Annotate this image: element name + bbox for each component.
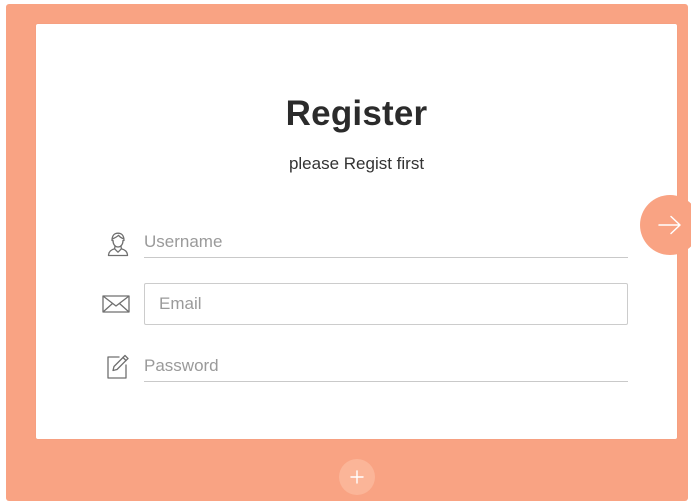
add-button[interactable] (339, 459, 375, 495)
user-icon (104, 230, 132, 258)
register-card: Register please Regist first (36, 24, 677, 439)
envelope-icon (101, 291, 131, 317)
email-input[interactable] (144, 283, 628, 325)
next-button[interactable] (640, 195, 691, 255)
password-input[interactable] (144, 351, 628, 382)
page-title: Register (285, 94, 428, 133)
page-subtitle: please Regist first (288, 154, 425, 173)
register-panel: Register please Regist first (6, 4, 688, 501)
arrow-right-icon (658, 215, 681, 235)
username-input[interactable] (144, 227, 628, 258)
plus-icon (350, 470, 364, 484)
edit-icon (104, 352, 132, 380)
